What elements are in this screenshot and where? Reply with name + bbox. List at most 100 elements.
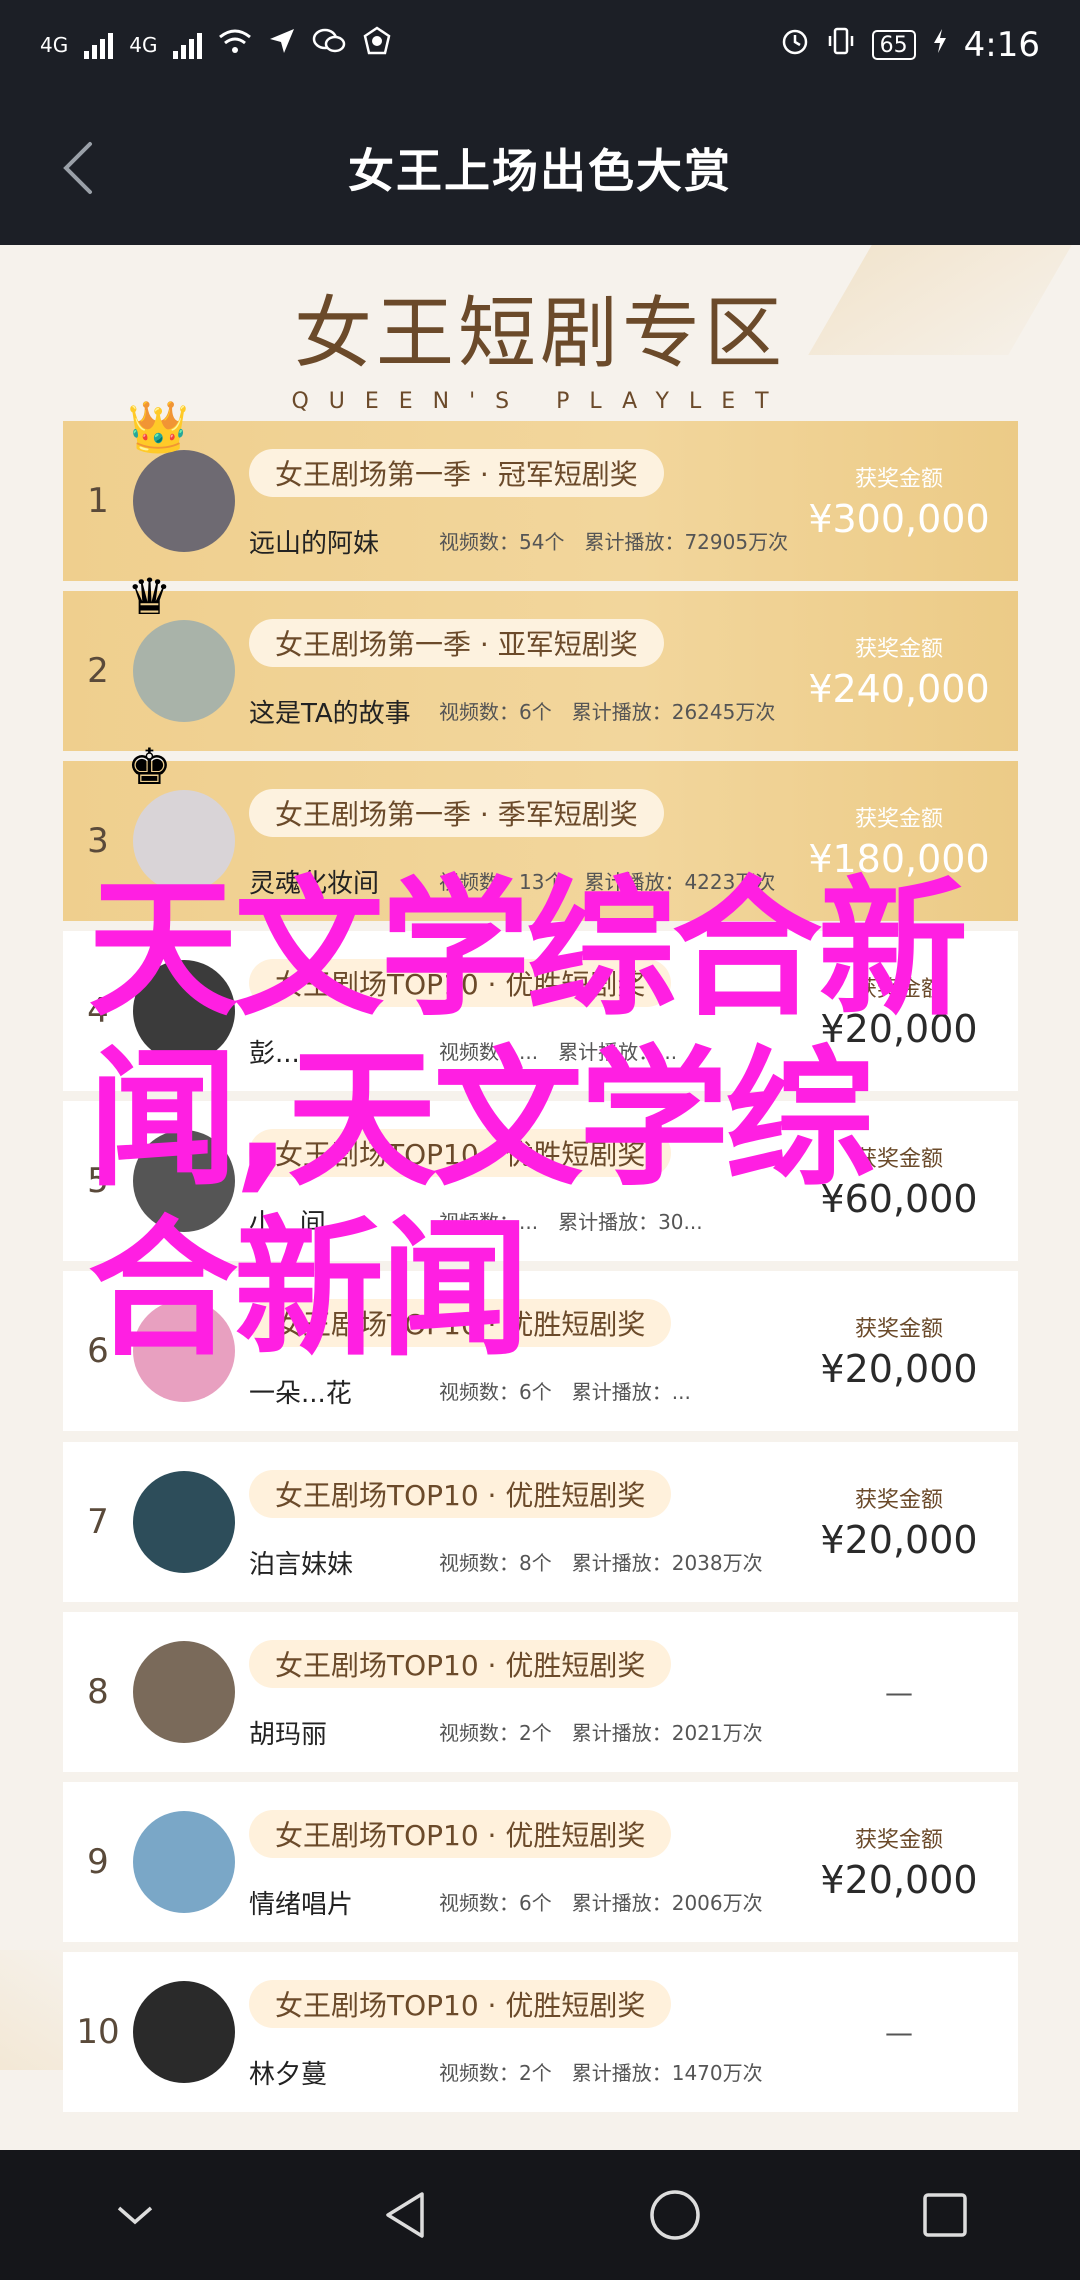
home-circle-icon [650,2190,700,2240]
prize-amount: ¥20,000 [820,1518,978,1562]
plays-count: 累计播放：2006万次 [571,1891,763,1915]
playlet-name: 一朵...花 [249,1379,352,1409]
battery-icon: 65 [871,30,916,60]
signal-label-2: 4G [129,33,158,57]
prize-block: 获奖金额 ¥20,000 [794,1482,1004,1562]
playlet-stats: 视频数：2个 累计播放：2021万次 [439,1717,763,1746]
prize-amount: ¥300,000 [808,497,990,541]
views-count: 视频数：2个 [439,1721,552,1745]
prize-empty: — [885,2015,913,2049]
avatar[interactable] [133,1471,235,1573]
overlay-watermark-text: 天文学综合新闻,天文学综合新闻 [88,863,968,1377]
ranking-row[interactable]: 2 ♛ 女王剧场第一季 · 亚军短剧奖 这是TA的故事 视频数：6个 累计播放：2… [63,572,1018,751]
row-info: 女王剧场TOP10 · 优胜短剧奖 胡玛丽 视频数：2个 累计播放：2021万次 [249,1612,794,1772]
row-info: 女王剧场第一季 · 冠军短剧奖 远山的阿妹 视频数：54个 累计播放：72905万… [249,421,794,581]
plays-count: 累计播放：72905万次 [584,530,789,554]
views-count: 视频数：2个 [439,2061,552,2085]
signal-icon [84,31,114,59]
playlet-stats: 视频数：8个 累计播放：2038万次 [439,1547,763,1576]
prize-block: 获奖金额 ¥300,000 [794,461,1004,541]
signal-label-1: 4G [40,33,69,57]
signal-icon-2 [173,31,203,59]
playlet-list-page[interactable]: 女王短剧专区 QUEEN'S PLAYLET 1 👑 女王剧场第一季 · 冠军短… [0,245,1080,2150]
views-count: 视频数：6个 [439,1380,552,1404]
rank-number: 2 [87,651,109,691]
row-info: 女王剧场TOP10 · 优胜短剧奖 情绪唱片 视频数：6个 累计播放：2006万次 [249,1782,794,1942]
avatar[interactable]: ♛ [127,572,235,722]
views-count: 视频数：54个 [439,530,565,554]
system-nav-bar [0,2150,1080,2280]
prize-label: 获奖金额 [854,637,943,662]
views-count: 视频数：6个 [439,1891,552,1915]
back-arrow-icon[interactable] [60,140,96,196]
status-right: 65 4:16 [780,25,1040,65]
status-bar: 4G 4G 65 4:16 [0,0,1080,90]
hide-nav-button[interactable] [105,2185,165,2245]
prize-label: 获奖金额 [854,467,943,492]
vibrate-icon [826,26,856,64]
award-badge: 女王剧场TOP10 · 优胜短剧奖 [249,1470,672,1518]
section-heading: 女王短剧专区 QUEEN'S PLAYLET [0,271,1080,414]
playlet-name: 远山的阿妹 [249,529,380,559]
avatar[interactable] [133,1641,235,1743]
plays-count: 累计播放：1470万次 [571,2061,763,2085]
avatar[interactable]: 👑 [127,402,235,552]
clock: 4:16 [963,25,1040,65]
prize-block: 获奖金额 ¥20,000 [794,1822,1004,1902]
triangle-back-icon [386,2192,424,2238]
rank-number: 7 [87,1502,109,1542]
award-badge: 女王剧场TOP10 · 优胜短剧奖 [249,1810,672,1858]
prize-block: 获奖金额 ¥240,000 [794,631,1004,711]
page-title: 女王上场出色大赏 [348,143,732,198]
playlet-name: 胡玛丽 [249,1720,328,1750]
playlet-stats: 视频数：6个 累计播放：... [439,1376,691,1405]
plays-count: 累计播放：2021万次 [571,1721,763,1745]
prize-label: 获奖金额 [854,807,943,832]
row-info: 女王剧场第一季 · 亚军短剧奖 这是TA的故事 视频数：6个 累计播放：26245… [249,591,794,751]
crown-icon: ♚ [127,738,172,796]
avatar[interactable] [133,1811,235,1913]
ranking-row[interactable]: 9 女王剧场TOP10 · 优胜短剧奖 情绪唱片 视频数：6个 累计播放：2006… [63,1782,1018,1942]
wechat-icon [312,27,346,63]
charging-icon [932,27,948,63]
playlet-stats: 视频数：6个 累计播放：2006万次 [439,1887,763,1916]
prize-label: 获奖金额 [854,1828,943,1853]
rank-number: 1 [87,481,109,521]
ranking-row[interactable]: 8 女王剧场TOP10 · 优胜短剧奖 胡玛丽 视频数：2个 累计播放：2021万… [63,1612,1018,1772]
rank-number: 9 [87,1842,109,1882]
status-left: 4G 4G [40,26,392,64]
plays-count: 累计播放：... [571,1380,691,1404]
plays-count: 累计播放：2038万次 [571,1551,763,1575]
row-info: 女王剧场TOP10 · 优胜短剧奖 林夕蔓 视频数：2个 累计播放：1470万次 [249,1952,794,2112]
square-recents-icon [923,2193,967,2237]
ranking-row[interactable]: 10 女王剧场TOP10 · 优胜短剧奖 林夕蔓 视频数：2个 累计播放：1470… [63,1952,1018,2112]
views-count: 视频数：6个 [439,700,552,724]
playlet-stats: 视频数：54个 累计播放：72905万次 [439,526,788,555]
views-count: 视频数：8个 [439,1551,552,1575]
shield-icon [362,26,392,64]
recents-nav-button[interactable] [915,2185,975,2245]
prize-block: — [794,1676,1004,1709]
back-nav-button[interactable] [375,2185,435,2245]
alarm-icon [780,26,810,64]
playlet-name: 情绪唱片 [249,1890,354,1920]
crown-icon: 👑 [127,398,190,456]
rank-number: 3 [87,821,109,861]
ranking-row[interactable]: 7 女王剧场TOP10 · 优胜短剧奖 泊言妹妹 视频数：8个 累计播放：2038… [63,1442,1018,1602]
award-badge: 女王剧场第一季 · 亚军短剧奖 [249,619,664,667]
award-badge: 女王剧场第一季 · 冠军短剧奖 [249,449,664,497]
playlet-name: 这是TA的故事 [249,699,411,729]
prize-label: 获奖金额 [854,1488,943,1513]
playlet-stats: 视频数：6个 累计播放：26245万次 [439,696,775,725]
prize-amount: ¥240,000 [808,667,990,711]
avatar[interactable] [133,1981,235,2083]
chevron-down-icon [117,2206,153,2225]
app-header: 女王上场出色大赏 [0,90,1080,245]
award-badge: 女王剧场TOP10 · 优胜短剧奖 [249,1640,672,1688]
home-nav-button[interactable] [645,2185,705,2245]
prize-empty: — [885,1675,913,1709]
wifi-icon [218,28,252,63]
ranking-row[interactable]: 1 👑 女王剧场第一季 · 冠军短剧奖 远山的阿妹 视频数：54个 累计播放：72… [63,402,1018,581]
rank-number: 8 [87,1672,109,1712]
row-info: 女王剧场TOP10 · 优胜短剧奖 泊言妹妹 视频数：8个 累计播放：2038万次 [249,1442,794,1602]
